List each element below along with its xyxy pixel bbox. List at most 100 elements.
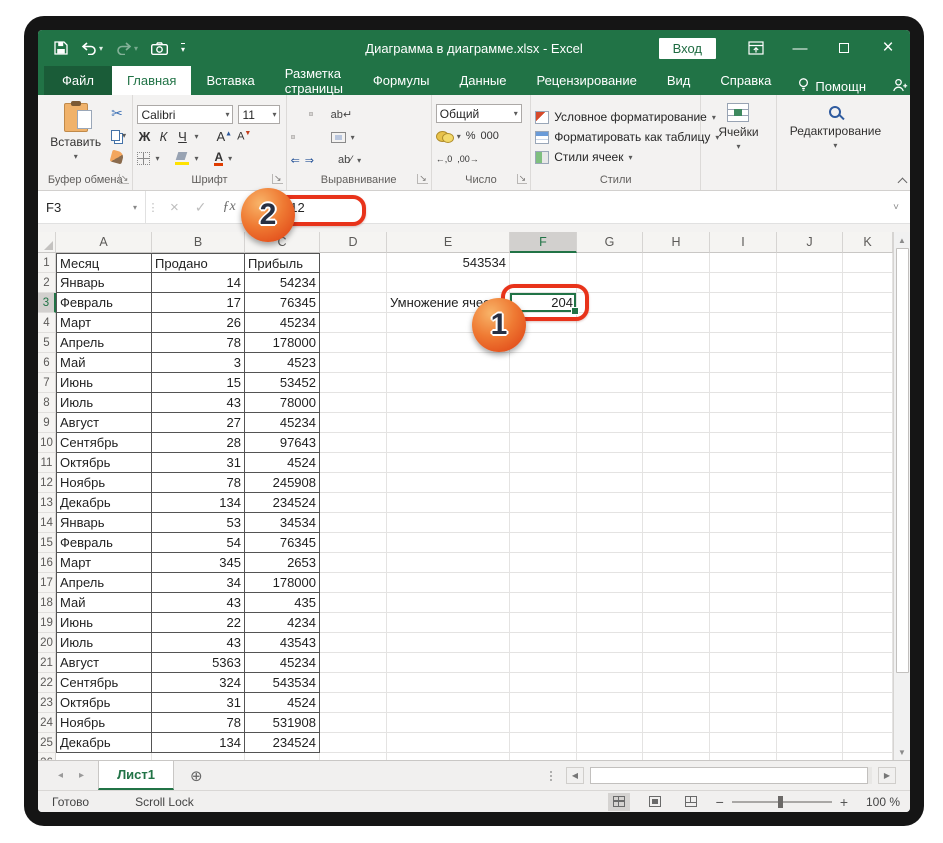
cell-D25[interactable] [320,733,387,753]
align-left-button[interactable] [291,135,295,139]
cell-E17[interactable] [387,573,510,593]
cell-D2[interactable] [320,273,387,293]
orientation-chevron[interactable]: ▾ [357,156,361,165]
cell-D19[interactable] [320,613,387,633]
cell-A11[interactable]: Октябрь [56,453,152,473]
cell-G12[interactable] [577,473,643,493]
cell-G10[interactable] [577,433,643,453]
cell-D13[interactable] [320,493,387,513]
cell-J25[interactable] [777,733,843,753]
paste-button[interactable]: Вставить ▾ [44,99,107,172]
cell-F26[interactable] [510,753,577,760]
row-header-8[interactable]: 8 [38,393,56,413]
tab-Рецензирование[interactable]: Рецензирование [521,66,651,95]
cell-D3[interactable] [320,293,387,313]
cell-K11[interactable] [843,453,893,473]
undo-button[interactable]: ▾ [81,42,103,55]
cell-H26[interactable] [643,753,710,760]
cell-D18[interactable] [320,593,387,613]
cell-F3[interactable]: 204 [510,293,577,313]
cell-H7[interactable] [643,373,710,393]
cell-styles-button[interactable]: Стили ячеек▾ [535,148,632,167]
cell-A21[interactable]: Август [56,653,152,673]
row-header-22[interactable]: 22 [38,673,56,693]
cell-K15[interactable] [843,533,893,553]
cell-B4[interactable]: 26 [152,313,245,333]
number-format-select[interactable]: Общий▾ [436,104,522,123]
insert-function-button[interactable]: ƒx [223,199,236,215]
borders-icon[interactable] [137,152,150,165]
cell-G21[interactable] [577,653,643,673]
cell-G1[interactable] [577,253,643,273]
cell-G14[interactable] [577,513,643,533]
row-header-20[interactable]: 20 [38,633,56,653]
cell-F21[interactable] [510,653,577,673]
cell-E1[interactable]: 543534 [387,253,510,273]
zoom-level[interactable]: 100 % [862,795,900,809]
cell-A5[interactable]: Апрель [56,333,152,353]
cell-E24[interactable] [387,713,510,733]
tab-Вид[interactable]: Вид [652,66,706,95]
cell-I6[interactable] [710,353,777,373]
horizontal-scroll-thumb[interactable] [590,767,868,784]
cell-C15[interactable]: 76345 [245,533,320,553]
cell-H12[interactable] [643,473,710,493]
cell-D22[interactable] [320,673,387,693]
row-header-11[interactable]: 11 [38,453,56,473]
merge-chevron[interactable]: ▾ [351,133,355,142]
cell-G24[interactable] [577,713,643,733]
font-size-select[interactable]: 11▾ [238,105,280,124]
cell-H22[interactable] [643,673,710,693]
cell-B24[interactable]: 78 [152,713,245,733]
cell-I10[interactable] [710,433,777,453]
cell-F22[interactable] [510,673,577,693]
cell-E11[interactable] [387,453,510,473]
cell-B16[interactable]: 345 [152,553,245,573]
cell-H21[interactable] [643,653,710,673]
cell-D1[interactable] [320,253,387,273]
cell-J1[interactable] [777,253,843,273]
cell-I24[interactable] [710,713,777,733]
cell-J13[interactable] [777,493,843,513]
tab-Вставка[interactable]: Вставка [191,66,269,95]
cell-F23[interactable] [510,693,577,713]
cell-C6[interactable]: 4523 [245,353,320,373]
wrap-text-button[interactable]: ab↵ [331,108,352,121]
align-bottom-button[interactable] [309,112,313,116]
cell-K3[interactable] [843,293,893,313]
cell-J15[interactable] [777,533,843,553]
cell-J21[interactable] [777,653,843,673]
cell-H23[interactable] [643,693,710,713]
tab-Разметка страницы[interactable]: Разметка страницы [270,66,358,95]
cell-C26[interactable] [245,753,320,760]
cell-C4[interactable]: 45234 [245,313,320,333]
tab-share[interactable]: Поделиться [878,78,910,95]
cell-J26[interactable] [777,753,843,760]
cell-B1[interactable]: Продано [152,253,245,273]
cell-E14[interactable] [387,513,510,533]
cell-A19[interactable]: Июнь [56,613,152,633]
cell-D20[interactable] [320,633,387,653]
cell-I7[interactable] [710,373,777,393]
font-color-chevron[interactable]: ▾ [228,154,232,163]
cell-B14[interactable]: 53 [152,513,245,533]
cell-F15[interactable] [510,533,577,553]
cell-I1[interactable] [710,253,777,273]
cell-B25[interactable]: 134 [152,733,245,753]
next-sheet-button[interactable]: ▸ [79,770,84,781]
cell-J17[interactable] [777,573,843,593]
formula-bar-resize-handle[interactable]: ⋮ [146,191,160,223]
tab-splitter-handle[interactable] [550,771,552,781]
cell-A24[interactable]: Ноябрь [56,713,152,733]
cell-G5[interactable] [577,333,643,353]
cell-E7[interactable] [387,373,510,393]
select-all-corner[interactable] [38,232,56,253]
cell-F12[interactable] [510,473,577,493]
cell-A12[interactable]: Ноябрь [56,473,152,493]
cell-E10[interactable] [387,433,510,453]
row-header-19[interactable]: 19 [38,613,56,633]
cell-A2[interactable]: Январь [56,273,152,293]
zoom-out-button[interactable]: − [716,794,724,810]
cell-F20[interactable] [510,633,577,653]
cell-A7[interactable]: Июнь [56,373,152,393]
